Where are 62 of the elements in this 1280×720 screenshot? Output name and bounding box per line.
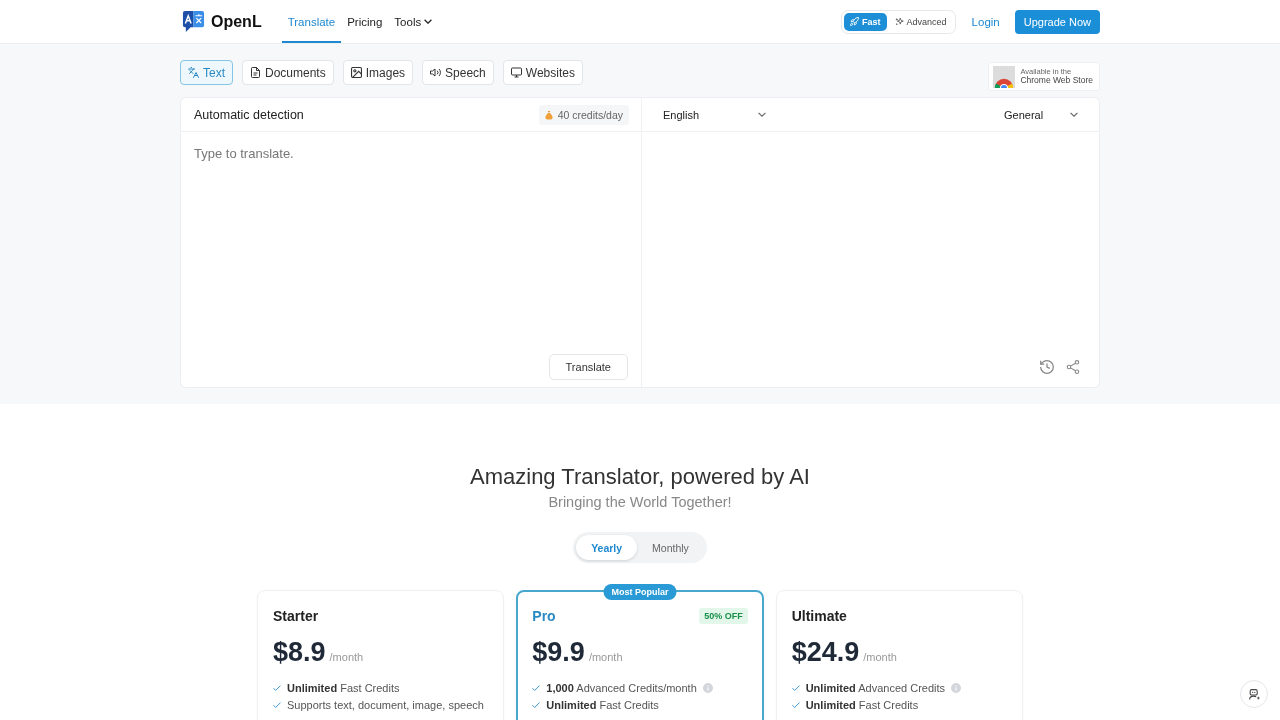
image-icon xyxy=(350,67,362,78)
source-language-select[interactable]: Automatic detection xyxy=(194,107,304,122)
input-tab[interactable]: Websites xyxy=(502,60,583,85)
plan-price: $24.9 xyxy=(791,636,860,668)
feature-text: Unlimited Fast Credits xyxy=(805,698,919,712)
rocket-icon xyxy=(850,17,860,26)
price-period: /month xyxy=(329,651,364,663)
plan-name: Starter xyxy=(273,608,319,624)
chevron-down-icon xyxy=(1070,112,1078,117)
style-select[interactable]: General xyxy=(1004,108,1078,121)
feature-text: Supports text, document, image, speech xyxy=(287,698,484,712)
login-link[interactable]: Login xyxy=(971,15,1000,28)
history-icon[interactable] xyxy=(1040,360,1054,374)
nav-link[interactable]: Pricing xyxy=(341,0,389,43)
share-icon[interactable] xyxy=(1066,360,1080,374)
price-period: /month xyxy=(863,651,897,663)
mode-button[interactable]: Advanced xyxy=(888,12,953,31)
store-bag-icon xyxy=(993,65,1016,88)
translate-icon xyxy=(188,67,199,78)
target-language-select[interactable]: English xyxy=(663,108,766,121)
pricing-title: Amazing Translator, powered by AI xyxy=(469,464,811,490)
speaker-icon xyxy=(430,67,442,78)
feature-text: Unlimited Fast Credits xyxy=(546,698,659,712)
plan-name: Ultimate xyxy=(791,608,847,624)
check-icon xyxy=(532,702,541,708)
input-tab[interactable]: Speech xyxy=(422,60,494,85)
nav-link[interactable]: Tools xyxy=(388,0,439,43)
upgrade-button[interactable]: Upgrade Now xyxy=(1014,9,1100,34)
money-bag-icon xyxy=(544,109,553,120)
input-tab[interactable]: Text xyxy=(180,60,233,85)
assistant-button[interactable] xyxy=(1240,680,1268,708)
price-period: /month xyxy=(588,651,623,663)
input-tab[interactable]: Documents xyxy=(242,60,334,85)
check-icon xyxy=(532,685,541,691)
feature-text: 1,000 Advanced Credits/month xyxy=(546,681,697,695)
translate-button[interactable]: Translate xyxy=(548,354,628,380)
chevron-down-icon xyxy=(424,19,433,24)
feature-text: Unlimited Advanced Credits xyxy=(805,681,946,695)
input-tab[interactable]: Images xyxy=(342,60,414,85)
plan-name: Pro xyxy=(532,608,556,624)
billing-option[interactable]: Monthly xyxy=(637,535,704,560)
plan-price: $8.9 xyxy=(273,636,326,668)
source-text-field[interactable]: Type to translate. xyxy=(181,132,641,354)
plan-price: $9.9 xyxy=(532,636,585,668)
check-icon xyxy=(273,685,281,691)
chevron-down-icon xyxy=(758,112,766,117)
credits-text: 40 credits/day xyxy=(557,108,623,121)
monitor-icon xyxy=(510,67,522,78)
billing-option[interactable]: Yearly xyxy=(576,535,638,560)
check-icon xyxy=(791,685,800,691)
mode-button[interactable]: Fast xyxy=(844,12,887,31)
sparkle-icon xyxy=(894,17,904,26)
logo-icon xyxy=(182,10,205,33)
check-icon xyxy=(273,702,281,708)
brand-name: OpenL xyxy=(211,12,262,31)
bot-icon xyxy=(1247,687,1261,701)
feature-text: Unlimited Fast Credits xyxy=(287,681,400,695)
document-icon xyxy=(250,67,261,78)
pricing-subtitle: Bringing the World Together! xyxy=(547,494,733,511)
popular-badge: Most Popular xyxy=(603,584,677,600)
check-icon xyxy=(791,702,800,708)
discount-badge: 50% OFF xyxy=(699,608,748,624)
